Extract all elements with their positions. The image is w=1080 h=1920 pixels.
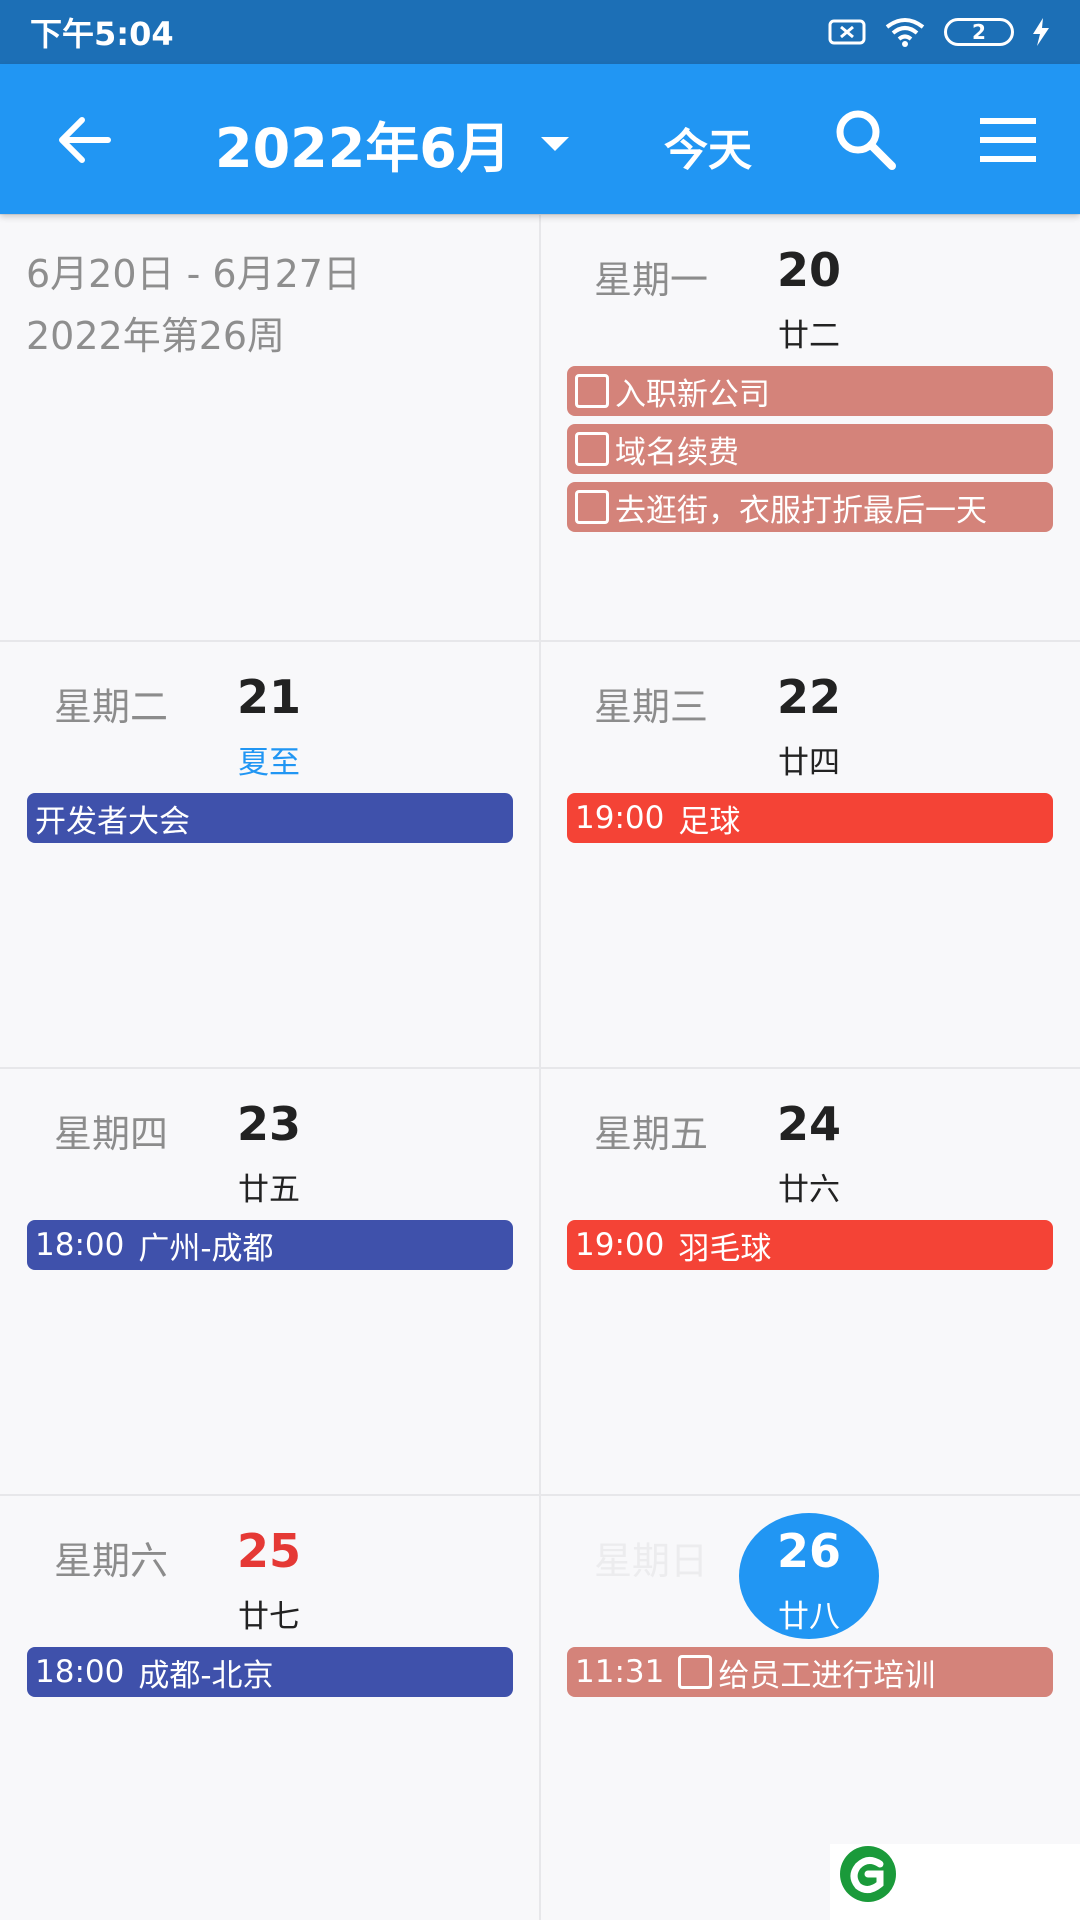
event-title: 开发者大会 bbox=[35, 803, 190, 840]
weekday-label: 星期二 bbox=[54, 685, 169, 729]
day-number: 22 bbox=[776, 670, 841, 724]
event-title: 去逛街，衣服打折最后一天 bbox=[615, 492, 987, 529]
month-selector[interactable]: 2022年6月 bbox=[215, 104, 569, 183]
month-title: 2022年6月 bbox=[215, 117, 511, 180]
lunar-date: 廿二 bbox=[778, 318, 840, 354]
event-time: 18:00 bbox=[35, 1654, 125, 1690]
app-bar: 2022年6月 今天 bbox=[0, 64, 1080, 214]
day-number: 21 bbox=[236, 670, 301, 724]
event-title: 广州-成都 bbox=[138, 1230, 274, 1267]
event-chip[interactable]: 入职新公司 bbox=[567, 366, 1053, 416]
event-title: 成都-北京 bbox=[138, 1657, 274, 1694]
day-cell-fri[interactable]: 星期五 24 廿六 19:00 羽毛球 bbox=[540, 1069, 1080, 1495]
event-title: 入职新公司 bbox=[615, 376, 770, 413]
event-time: 19:00 bbox=[575, 800, 665, 836]
week-info: 6月20日 - 6月27日 2022年第26周 bbox=[26, 243, 361, 367]
weekday-label: 星期六 bbox=[54, 1539, 169, 1583]
checkbox-icon[interactable] bbox=[678, 1655, 713, 1689]
event-title: 羽毛球 bbox=[678, 1230, 772, 1267]
lunar-date: 廿八 bbox=[778, 1599, 840, 1635]
event-time: 19:00 bbox=[575, 1227, 665, 1263]
event-chip[interactable]: 19:00 足球 bbox=[567, 793, 1053, 843]
day-cell-sat[interactable]: 星期六 25 廿七 18:00 成都-北京 bbox=[0, 1496, 540, 1920]
day-number: 26 bbox=[776, 1524, 841, 1578]
event-chip[interactable]: 域名续费 bbox=[567, 424, 1053, 474]
back-arrow-icon[interactable] bbox=[52, 108, 116, 172]
lunar-date: 廿五 bbox=[238, 1172, 300, 1208]
event-chip[interactable]: 18:00 广州-成都 bbox=[27, 1220, 513, 1270]
day-number: 25 bbox=[236, 1524, 301, 1578]
day-cell-tue[interactable]: 星期二 21 夏至 开发者大会 bbox=[0, 642, 540, 1068]
week-number: 2022年第26周 bbox=[26, 314, 286, 358]
checkbox-icon[interactable] bbox=[575, 432, 609, 466]
event-chip[interactable]: 去逛街，衣服打折最后一天 bbox=[567, 482, 1053, 532]
day-number: 23 bbox=[236, 1097, 301, 1151]
week-date-range: 6月20日 - 6月27日 bbox=[26, 252, 361, 296]
event-title: 域名续费 bbox=[615, 434, 739, 471]
day-number: 20 bbox=[776, 243, 841, 297]
weekday-label: 星期五 bbox=[594, 1112, 709, 1156]
event-title: 足球 bbox=[678, 803, 741, 840]
day-number: 24 bbox=[776, 1097, 841, 1151]
lunar-date: 廿六 bbox=[778, 1172, 840, 1208]
battery-level: 2 bbox=[972, 20, 986, 44]
event-time: 11:31 bbox=[575, 1654, 665, 1690]
event-chip[interactable]: 18:00 成都-北京 bbox=[27, 1647, 513, 1697]
leaf-logo-icon bbox=[840, 1846, 896, 1902]
weekday-label: 星期四 bbox=[54, 1112, 169, 1156]
charging-bolt-icon bbox=[1033, 18, 1049, 46]
status-bar: 下午5:04 2 bbox=[0, 0, 1080, 64]
solar-term-label: 夏至 bbox=[238, 745, 300, 781]
menu-icon[interactable] bbox=[978, 112, 1038, 168]
wifi-icon bbox=[885, 18, 925, 47]
caret-down-icon bbox=[540, 136, 569, 151]
search-icon[interactable] bbox=[832, 106, 898, 172]
event-title: 给员工进行培训 bbox=[718, 1657, 936, 1694]
event-chip[interactable]: 19:00 羽毛球 bbox=[567, 1220, 1053, 1270]
week-grid: 6月20日 - 6月27日 2022年第26周 星期一 20 廿二 入职新公司 … bbox=[0, 214, 1080, 1920]
weekday-label: 星期日 bbox=[594, 1539, 709, 1583]
day-cell-mon[interactable]: 星期一 20 廿二 入职新公司 域名续费 去逛街，衣服打折最后一天 bbox=[540, 215, 1080, 641]
watermark bbox=[830, 1844, 1080, 1920]
event-time: 18:00 bbox=[35, 1227, 125, 1263]
day-cell-thu[interactable]: 星期四 23 廿五 18:00 广州-成都 bbox=[0, 1069, 540, 1495]
status-icons: 2 bbox=[828, 16, 1050, 48]
weekday-label: 星期三 bbox=[594, 685, 709, 729]
checkbox-icon[interactable] bbox=[575, 374, 609, 408]
event-chip[interactable]: 11:31 给员工进行培训 bbox=[567, 1647, 1053, 1697]
battery-icon: 2 bbox=[944, 18, 1014, 46]
lunar-date: 廿四 bbox=[778, 745, 840, 781]
status-time: 下午5:04 bbox=[30, 15, 174, 53]
no-sim-icon bbox=[828, 19, 866, 45]
weekday-label: 星期一 bbox=[594, 258, 709, 302]
checkbox-icon[interactable] bbox=[575, 490, 609, 524]
today-button[interactable]: 今天 bbox=[664, 114, 752, 178]
lunar-date: 廿七 bbox=[238, 1599, 300, 1635]
day-cell-wed[interactable]: 星期三 22 廿四 19:00 足球 bbox=[540, 642, 1080, 1068]
event-chip[interactable]: 开发者大会 bbox=[27, 793, 513, 843]
